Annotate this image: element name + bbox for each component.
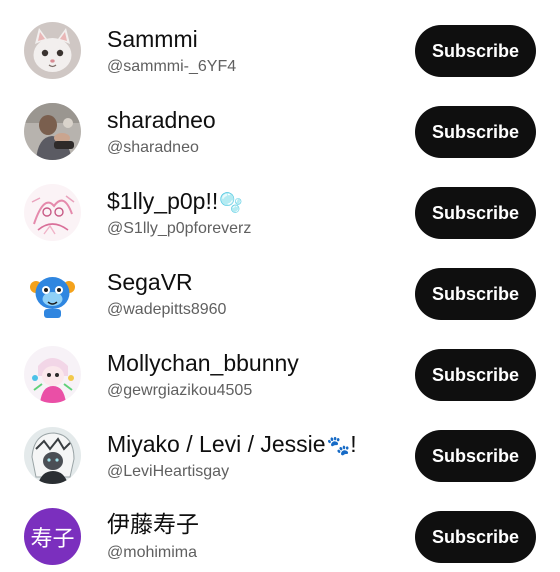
channel-name[interactable]: Mollychan_bbunny <box>107 349 299 377</box>
channel-list: Sammmi @sammmi-_6YF4 Subscribe sharadneo… <box>0 0 560 565</box>
channel-handle: @wadepitts8960 <box>107 301 227 318</box>
blue-cartoon-avatar[interactable] <box>24 265 81 322</box>
channel-handle: @gewrgiazikou4505 <box>107 382 253 399</box>
channel-name[interactable]: Sammmi <box>107 25 198 53</box>
text-avatar[interactable]: 寿子 <box>24 508 81 565</box>
channel-name[interactable]: sharadneo <box>107 106 216 134</box>
channel-handle: @LeviHeartisgay <box>107 463 230 480</box>
subscribe-button[interactable]: Subscribe <box>415 187 536 239</box>
channel-name[interactable]: $1lly_p0p!!🫧 <box>107 187 243 218</box>
person-photo-avatar[interactable] <box>24 103 81 160</box>
channel-row: $1lly_p0p!!🫧 @S1lly_p0pforeverz Subscrib… <box>0 167 560 248</box>
channel-row: SegaVR @wadepitts8960 Subscribe <box>0 248 560 329</box>
channel-row: Miyako / Levi / Jessie🐾! @LeviHeartisgay… <box>0 410 560 491</box>
subscribe-button[interactable]: Subscribe <box>415 25 536 77</box>
anime-character-avatar[interactable] <box>24 427 81 484</box>
channel-row: Mollychan_bbunny @gewrgiazikou4505 Subsc… <box>0 329 560 410</box>
avatar-initials: 寿子 <box>30 526 75 552</box>
subscribe-button[interactable]: Subscribe <box>415 430 536 482</box>
channel-name[interactable]: 伊藤寿子 <box>107 511 199 539</box>
pink-sketch-avatar[interactable] <box>24 184 81 241</box>
channel-handle: @mohimima <box>107 544 198 561</box>
subscribe-button[interactable]: Subscribe <box>415 511 536 563</box>
channel-row: sharadneo @sharadneo Subscribe <box>0 86 560 167</box>
subscribe-button[interactable]: Subscribe <box>415 349 536 401</box>
paw-prints-icon: 🐾 <box>326 436 351 457</box>
subscribe-button[interactable]: Subscribe <box>415 268 536 320</box>
channel-handle: @S1lly_p0pforeverz <box>107 220 252 237</box>
pink-character-avatar[interactable] <box>24 346 81 403</box>
channel-name[interactable]: Miyako / Levi / Jessie🐾! <box>107 430 357 461</box>
channel-handle: @sharadneo <box>107 139 199 156</box>
channel-name[interactable]: SegaVR <box>107 268 193 296</box>
channel-row: Sammmi @sammmi-_6YF4 Subscribe <box>0 5 560 86</box>
subscribe-button[interactable]: Subscribe <box>415 106 536 158</box>
cat-photo-avatar[interactable] <box>24 22 81 79</box>
bubbles-icon: 🫧 <box>219 193 243 214</box>
channel-handle: @sammmi-_6YF4 <box>107 58 237 75</box>
